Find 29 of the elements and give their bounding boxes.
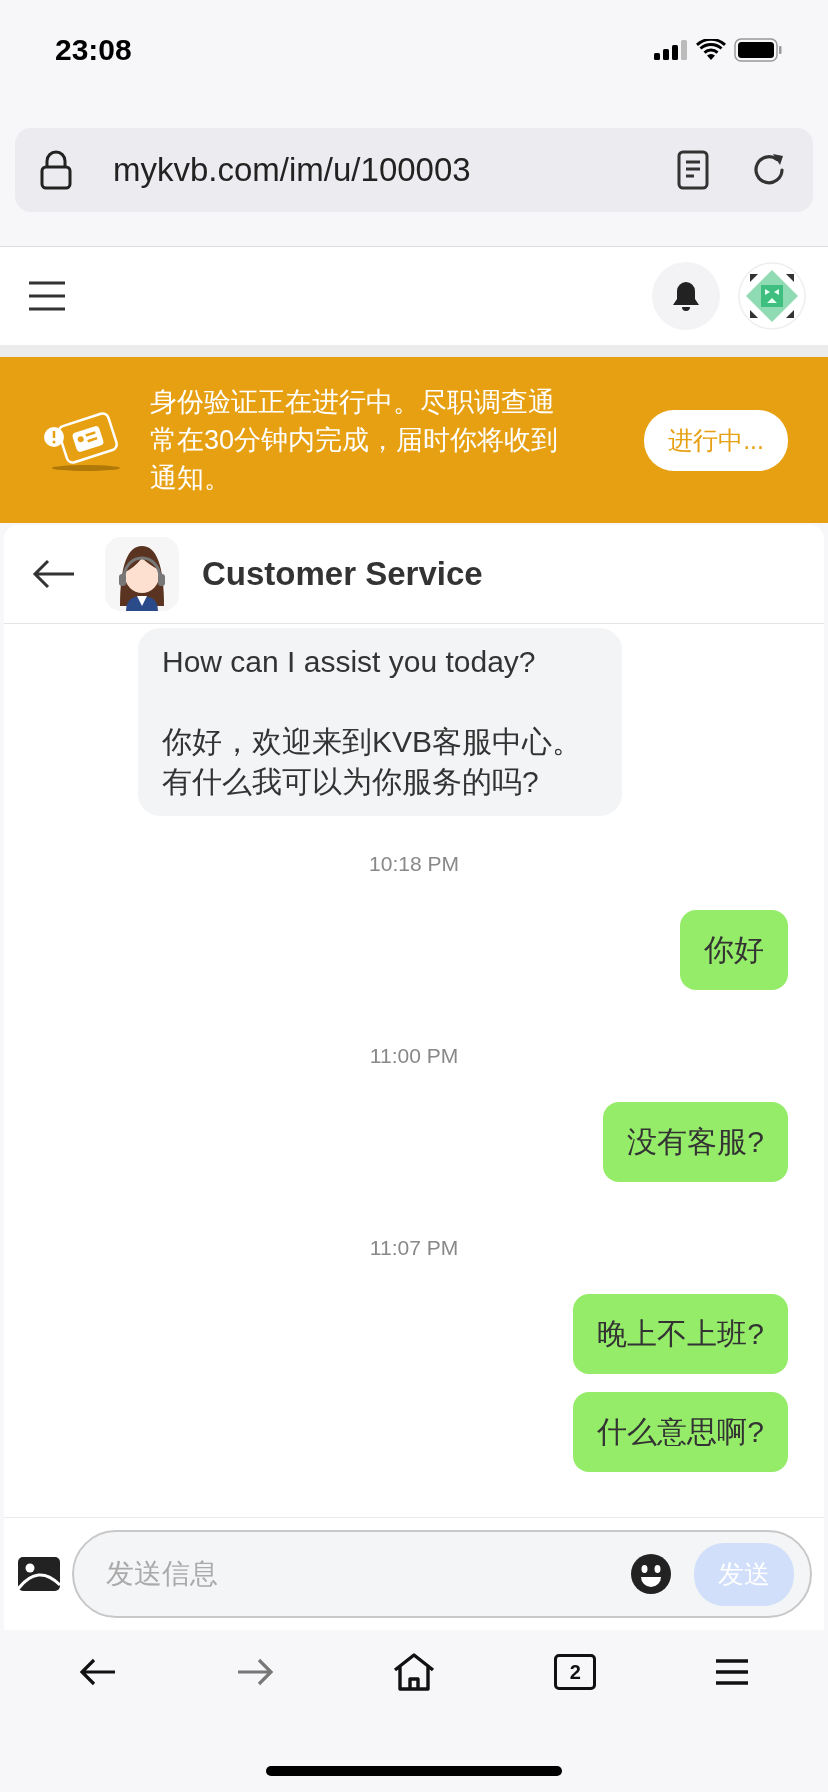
verification-message: 身份验证正在进行中。尽职调查通常在30分钟内完成，届时你将收到通知。 [150,386,560,495]
address-bar[interactable]: mykvb.com/im/u/100003 [15,128,813,212]
menu-icon[interactable] [714,1658,749,1686]
message-bubble: 没有客服? [603,1102,788,1182]
timestamp: 11:07 PM [369,1236,459,1259]
message-bubble: 什么意思啊? [573,1392,788,1472]
url-text: mykvb.com/im/u/100003 [113,151,472,189]
timestamp: 11:00 PM [369,1044,459,1067]
wifi-icon [696,39,726,61]
image-icon[interactable] [18,1557,60,1591]
back-icon[interactable] [79,1657,118,1687]
profile-avatar[interactable] [738,262,806,330]
chat-title: Customer Service [202,555,483,593]
status-time: 23:08 [55,33,132,67]
lock-icon [39,150,73,190]
emoji-icon[interactable] [630,1553,672,1595]
back-arrow-icon[interactable] [32,559,76,589]
bell-icon [672,280,700,312]
tabs-button[interactable]: 2 [554,1654,597,1690]
timestamp: 10:18 PM [369,852,459,875]
menu-icon[interactable] [28,280,66,312]
status-button[interactable]: 进行中... [644,409,788,471]
signal-icon [654,40,688,60]
message-bubble: How can I assist you today? 你好，欢迎来到KVB客服中心。有什么我可以为你服务的吗? [138,628,622,816]
battery-icon [734,38,782,62]
home-icon[interactable] [391,1652,436,1692]
message-bubble: 你好 [680,910,788,990]
message-bubble: 晚上不上班? [573,1294,788,1374]
reader-icon[interactable] [677,150,709,190]
